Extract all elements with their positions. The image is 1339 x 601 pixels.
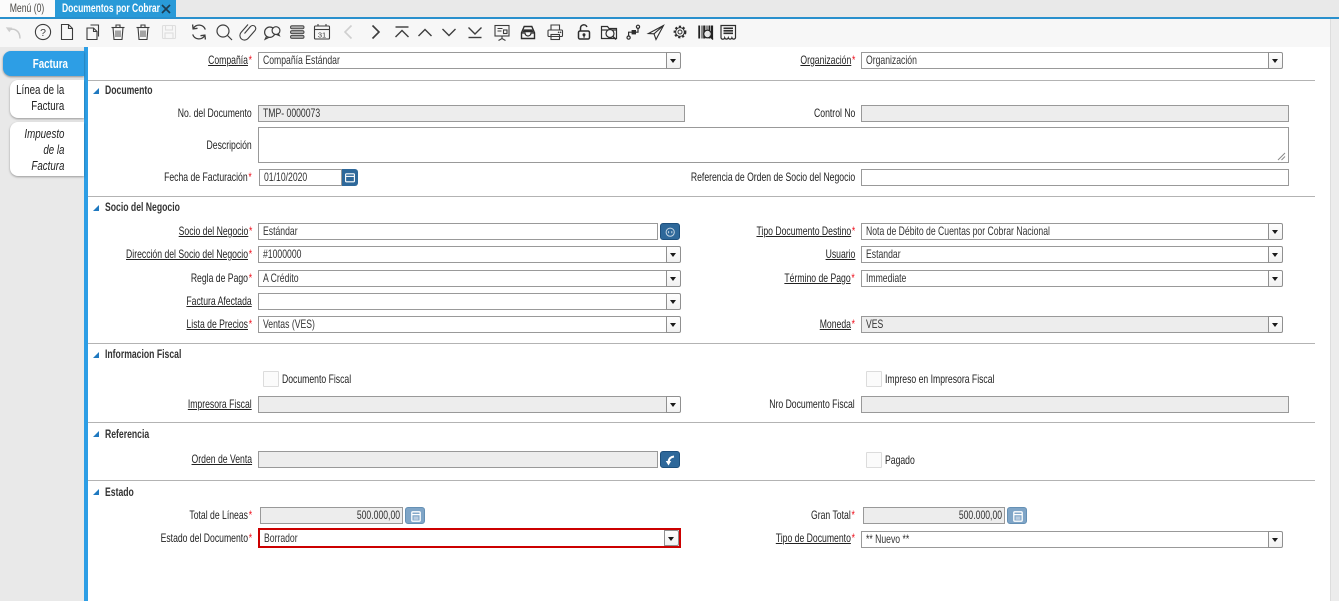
svg-text:?: ?: [40, 27, 46, 39]
svg-text:31: 31: [317, 31, 325, 40]
